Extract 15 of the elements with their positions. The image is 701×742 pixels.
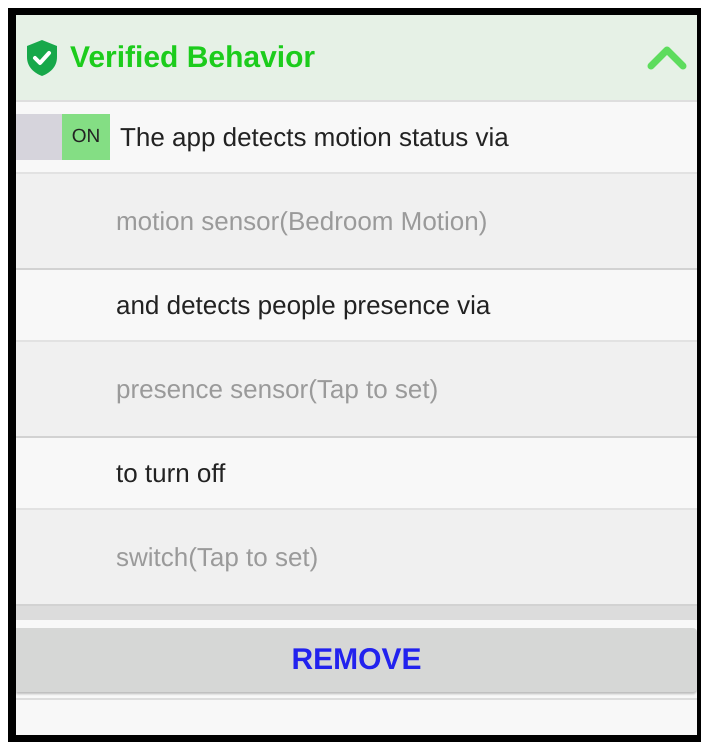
device-row[interactable]: presence sensor(Tap to set) [16, 342, 697, 438]
remove-button[interactable]: REMOVE [16, 628, 697, 692]
statement-text: and detects people presence via [115, 290, 490, 320]
statement-text: to turn off [115, 458, 226, 488]
device-row[interactable]: motion sensor(Bedroom Motion) [16, 174, 697, 270]
statement-text: The app detects motion status via [120, 122, 509, 152]
device-label: motion sensor(Bedroom Motion) [115, 206, 488, 236]
section-title: Verified Behavior [70, 40, 316, 74]
header-bar[interactable]: Verified Behavior [16, 15, 697, 102]
toggle-switch[interactable]: ON [16, 114, 110, 160]
device-label: presence sensor(Tap to set) [115, 374, 438, 404]
chevron-icon[interactable] [647, 44, 687, 70]
device-label: switch(Tap to set) [115, 542, 318, 572]
device-row[interactable]: switch(Tap to set) [16, 510, 697, 606]
shield-check-icon [26, 38, 58, 76]
